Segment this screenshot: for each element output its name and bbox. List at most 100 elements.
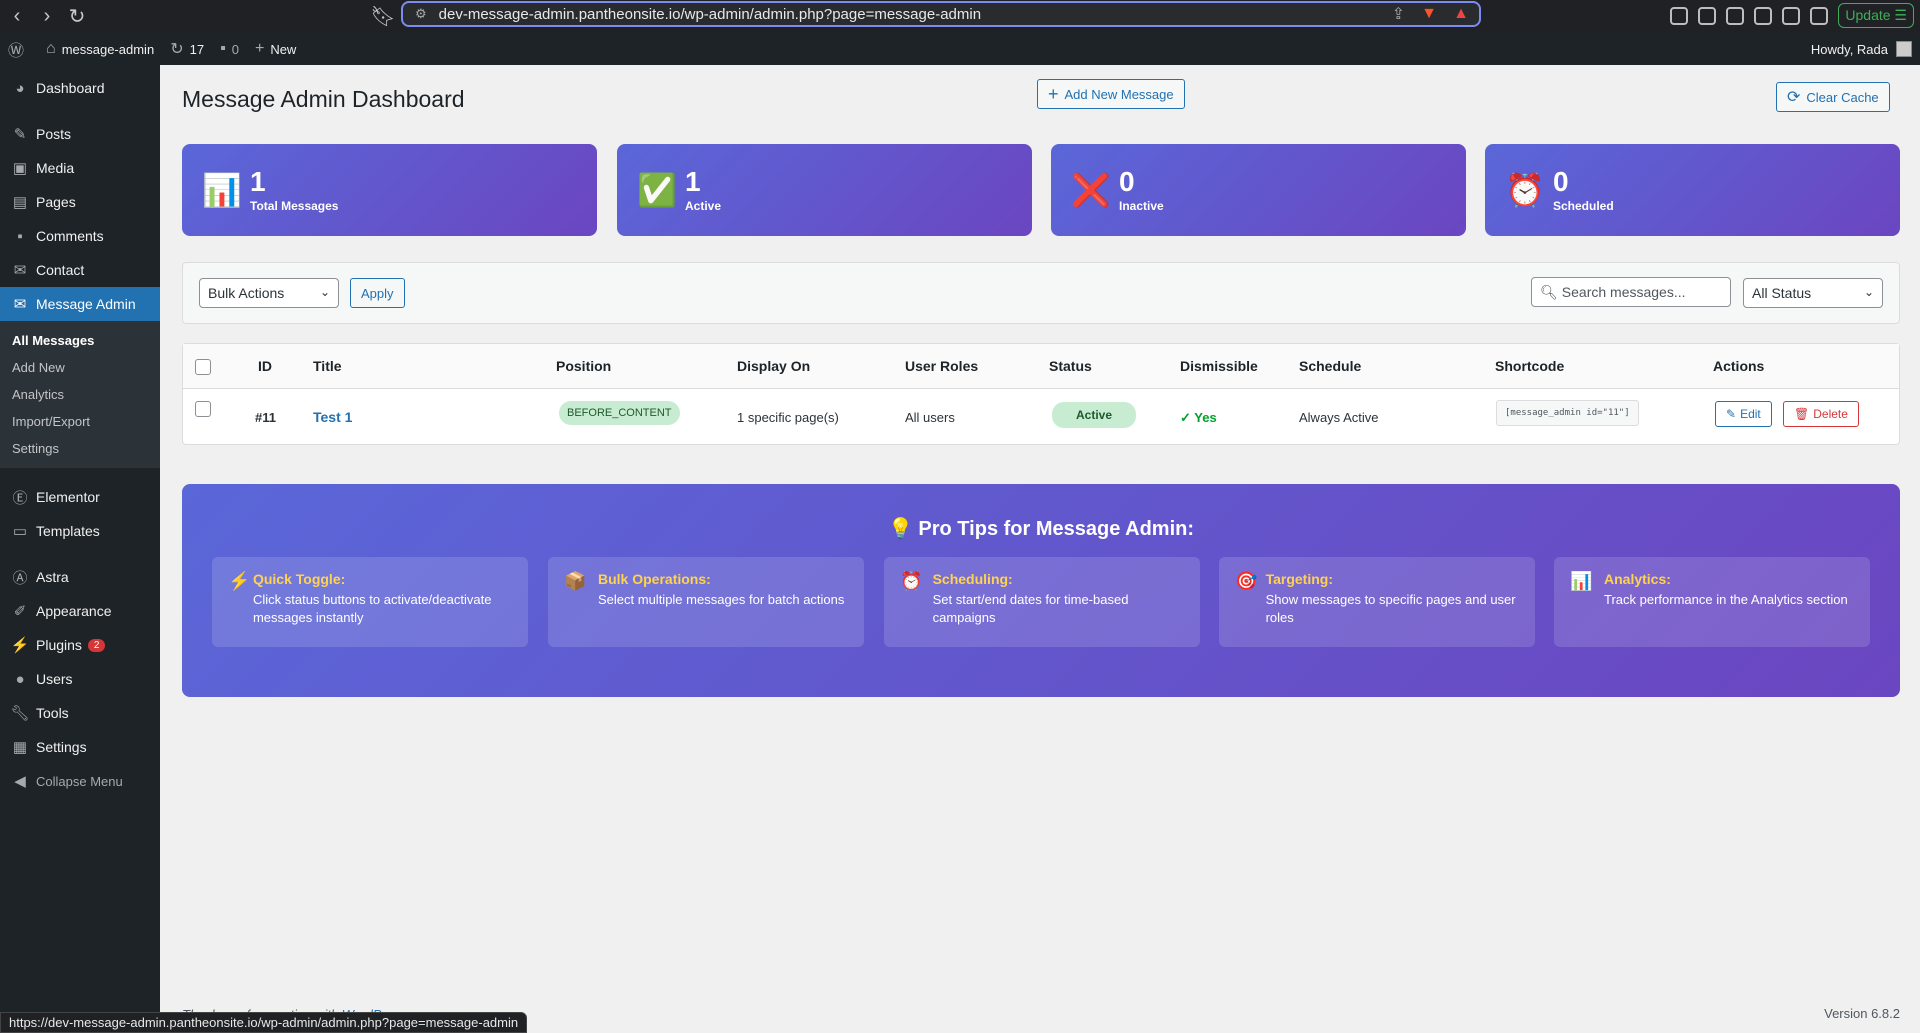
plus-icon: + xyxy=(1048,83,1059,104)
sidebar-item-settings[interactable]: ▦ Settings xyxy=(0,730,160,764)
chevron-down-icon: ⌄ xyxy=(1863,285,1874,299)
wp-logo-icon[interactable]: Ⓦ xyxy=(0,33,38,65)
comments-link[interactable]: ▪ 0 xyxy=(212,33,247,65)
sidebar-item-users[interactable]: ● Users xyxy=(0,662,160,696)
tip-body: Show messages to specific pages and user… xyxy=(1265,592,1516,625)
notification-icon[interactable]: ▲ xyxy=(1453,5,1469,23)
wrench-icon: 🔧︎ xyxy=(10,705,30,722)
sidebar-item-astra[interactable]: Ⓐ Astra xyxy=(0,560,160,594)
updates-link[interactable]: ↻ 17 xyxy=(162,33,212,65)
stat-card-active: ✅ 1 Active xyxy=(617,144,1032,236)
tip-card: 📊 Analytics: Track performance in the Ana… xyxy=(1554,557,1870,647)
delete-button[interactable]: 🗑︎ Delete xyxy=(1783,401,1859,427)
trash-icon: 🗑︎ xyxy=(1794,407,1810,421)
alarm-clock-icon: ⏰ xyxy=(1505,172,1545,208)
status-toggle-button[interactable]: Active xyxy=(1052,402,1137,428)
my-account[interactable]: Howdy, Rada xyxy=(1811,33,1912,65)
sidebar-item-label: Appearance xyxy=(36,603,112,619)
row-checkbox[interactable] xyxy=(195,401,211,417)
sidebar-icon[interactable] xyxy=(1726,6,1745,25)
submenu-add-new[interactable]: Add New xyxy=(0,354,160,381)
apply-button[interactable]: Apply xyxy=(350,278,405,308)
sidebar-item-label: Plugins xyxy=(36,637,82,653)
add-new-message-button[interactable]: + Add New Message xyxy=(1037,79,1185,109)
pin-icon: ✎ xyxy=(13,126,27,143)
site-name-link[interactable]: ⌂ message-admin xyxy=(38,33,162,65)
plus-icon: + xyxy=(254,40,265,57)
sidebar-item-dashboard[interactable]: ◕ Dashboard xyxy=(0,71,160,105)
sidebar-item-tools[interactable]: 🔧︎ Tools xyxy=(0,696,160,730)
bookmark-icon[interactable]: 🔖︎ xyxy=(370,4,396,30)
collapse-icon: ◀ xyxy=(14,773,26,790)
vpn-icon[interactable] xyxy=(1810,6,1829,25)
ai-icon[interactable] xyxy=(1782,6,1801,25)
edit-button[interactable]: ✎ Edit xyxy=(1715,401,1772,427)
wp-admin-bar: Ⓦ ⌂ message-admin ↻ 17 ▪ 0 + New Howdy, Rada xyxy=(0,33,1920,65)
cross-icon: ❌ xyxy=(1071,172,1111,208)
sidebar-item-templates[interactable]: ▭ Templates xyxy=(0,514,160,548)
tip-heading: Targeting: xyxy=(1265,571,1333,587)
address-bar[interactable]: ⚙ dev-message-admin.pantheonsite.io/wp-a… xyxy=(401,1,1481,27)
refresh-icon: ⟳ xyxy=(1787,89,1801,106)
target-icon: 🎯 xyxy=(1235,571,1258,591)
row-dismissible: ✓ Yes xyxy=(1180,410,1217,425)
share-icon[interactable]: ⇪ xyxy=(1392,4,1405,24)
wallet-icon[interactable] xyxy=(1754,6,1773,25)
sidebar-item-pages[interactable]: ▤ Pages xyxy=(0,185,160,219)
submenu-analytics[interactable]: Analytics xyxy=(0,381,160,408)
bulk-actions-select[interactable]: Bulk Actions ⌄ xyxy=(199,278,339,308)
site-info-icon[interactable]: ⚙ xyxy=(415,6,427,22)
pro-tips-panel: 💡 Pro Tips for Message Admin: ⚡ Quick To… xyxy=(182,484,1900,697)
sidebar-item-label: Users xyxy=(36,671,73,687)
admin-sidebar: ◕ Dashboard ✎ Posts ▣ Media ▤ Pages ▪ Comment… xyxy=(0,65,160,1033)
comments-count: 0 xyxy=(231,41,239,57)
status-filter-select[interactable]: All Status ⌄ xyxy=(1743,278,1883,308)
updates-count: 17 xyxy=(189,41,205,57)
sidebar-item-contact[interactable]: ✉ Contact xyxy=(0,253,160,287)
sidebar-item-media[interactable]: ▣ Media xyxy=(0,151,160,185)
tip-body: Select multiple messages for batch actio… xyxy=(598,592,845,607)
search-icon: 🔍︎ xyxy=(1540,283,1558,300)
stat-label: Scheduled xyxy=(1553,199,1614,213)
sidebar-item-posts[interactable]: ✎ Posts xyxy=(0,117,160,151)
extensions-icon[interactable] xyxy=(1670,6,1689,25)
stat-card-scheduled: ⏰ 0 Scheduled xyxy=(1485,144,1900,236)
howdy-text: Howdy, Rada xyxy=(1810,41,1888,57)
select-all-checkbox[interactable] xyxy=(195,359,211,375)
brave-shield-icon[interactable]: ▼ xyxy=(1421,5,1437,23)
package-icon: 📦 xyxy=(564,571,587,591)
shortcode-box[interactable]: [message_admin id="11"] xyxy=(1496,400,1639,426)
row-id: #11 xyxy=(255,410,276,425)
tip-body: Set start/end dates for time-based campa… xyxy=(932,592,1129,625)
forward-icon[interactable]: › xyxy=(34,4,60,30)
status-filter-value: All Status xyxy=(1752,285,1812,301)
wp-version: Version 6.8.2 xyxy=(1824,1006,1900,1021)
bulk-actions-value: Bulk Actions xyxy=(208,285,285,301)
sidebar-item-appearance[interactable]: ✐ Appearance xyxy=(0,594,160,628)
update-button[interactable]: Update ☰ xyxy=(1838,3,1914,28)
col-schedule: Schedule xyxy=(1299,358,1362,374)
search-input[interactable]: 🔍︎ Search messages... xyxy=(1531,277,1731,307)
sidebar-item-comments[interactable]: ▪ Comments xyxy=(0,219,160,253)
site-name: message-admin xyxy=(61,41,155,57)
sidebar-item-message-admin[interactable]: ✉ Message Admin xyxy=(0,287,160,321)
submenu-import-export[interactable]: Import/Export xyxy=(0,408,160,435)
browser-toolbar: ‹ › ↻ 🔖︎ ⚙ dev-message-admin.pantheonsit… xyxy=(0,0,1920,33)
submenu-settings[interactable]: Settings xyxy=(0,435,160,462)
row-title-link[interactable]: Test 1 xyxy=(313,409,352,425)
settings-icon: ▦ xyxy=(12,739,28,756)
new-content-link[interactable]: + New xyxy=(247,33,304,65)
folder-icon: ▭ xyxy=(12,523,28,540)
back-icon[interactable]: ‹ xyxy=(4,4,30,30)
reload-icon[interactable]: ↻ xyxy=(64,4,90,30)
sync-icon[interactable] xyxy=(1698,6,1717,25)
submenu-all-messages[interactable]: All Messages xyxy=(0,327,160,354)
clear-cache-button[interactable]: ⟳ Clear Cache xyxy=(1776,82,1890,112)
sidebar-item-plugins[interactable]: ⚡ Plugins 2 xyxy=(0,628,160,662)
clear-cache-label: Clear Cache xyxy=(1806,89,1879,105)
sidebar-item-elementor[interactable]: Ⓔ Elementor xyxy=(0,480,160,514)
col-status: Status xyxy=(1049,358,1092,374)
stat-card-inactive: ❌ 0 Inactive xyxy=(1051,144,1466,236)
page-icon: ▤ xyxy=(12,194,28,211)
collapse-menu-button[interactable]: ◀ Collapse Menu xyxy=(0,764,160,798)
